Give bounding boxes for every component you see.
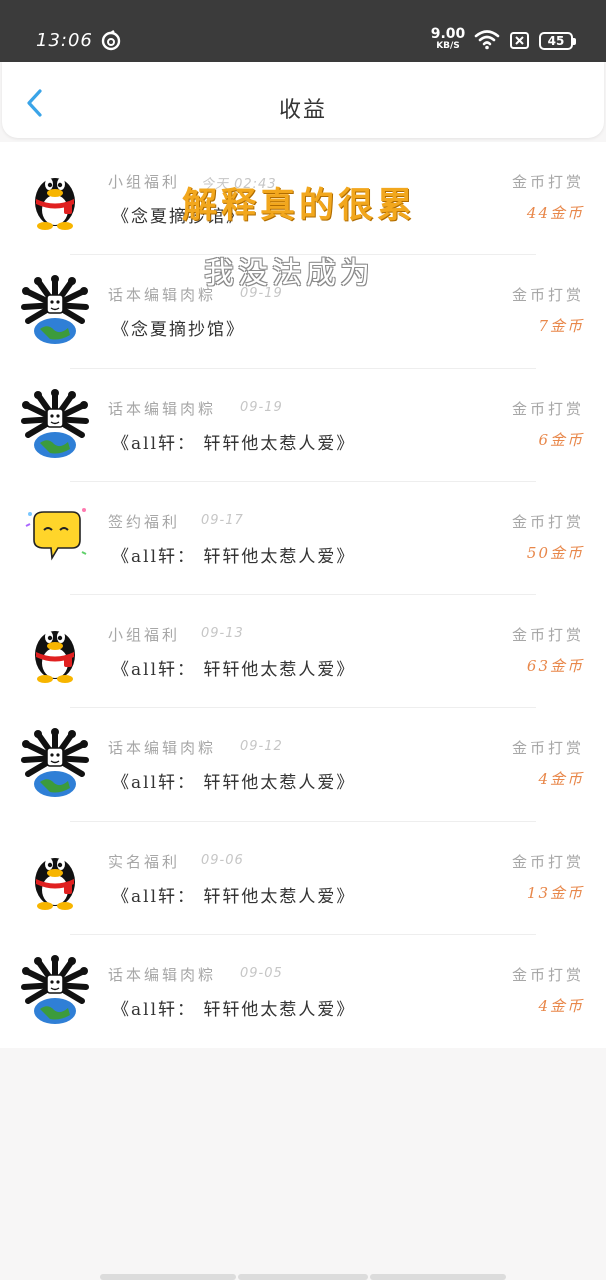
home-indicator-left: [100, 1274, 236, 1280]
avatar: [20, 954, 90, 1025]
overlay-text-line2: 我没法成为: [204, 256, 374, 291]
book-title: 《all轩： 轩轩他太惹人爱》: [112, 773, 356, 794]
avatar: [20, 502, 90, 572]
book-title: 《all轩： 轩轩他太惹人爱》: [112, 433, 356, 454]
reward-type: 金币打赏: [511, 173, 584, 191]
reward-type: 金币打赏: [511, 739, 584, 758]
reward-type: 金币打赏: [511, 965, 584, 984]
wifi-icon: [474, 30, 500, 50]
net-speed-unit: KB/S: [436, 41, 460, 51]
coin-amount: 50金币: [526, 543, 584, 562]
coin-amount: 7金币: [538, 317, 584, 336]
reward-type: 金币打赏: [511, 286, 584, 305]
earning-row[interactable]: 话本编辑肉粽 09-05 《all轩： 轩轩他太惹人爱》 金币打赏 4金币: [0, 935, 606, 1048]
reward-date: 09-06: [201, 852, 244, 868]
coin-amount: 4金币: [538, 996, 584, 1015]
header-bar: 收益: [2, 62, 604, 138]
earning-row[interactable]: 实名福利 09-06 《all轩： 轩轩他太惹人爱》 金币打赏 13金币: [0, 822, 606, 935]
page-title: 收益: [278, 98, 327, 123]
coin-amount: 4金币: [538, 770, 584, 789]
battery-icon: 45: [539, 32, 576, 50]
reward-type: 金币打赏: [511, 512, 584, 531]
book-title: 《念夏摘抄馆》: [112, 320, 245, 341]
book-title: 《all轩： 轩轩他太惹人爱》: [112, 660, 356, 680]
reward-source: 实名福利: [108, 852, 181, 871]
earning-row[interactable]: 签约福利 09-17 《all轩： 轩轩他太惹人爱》 金币打赏 50金币: [0, 482, 606, 595]
book-title: 《all轩： 轩轩他太惹人爱》: [112, 886, 356, 907]
reward-source: 小组福利: [108, 173, 181, 191]
reward-date: 09-13: [201, 626, 244, 641]
coin-amount: 44金币: [526, 204, 584, 222]
reward-source: 话本编辑肉粽: [108, 739, 217, 758]
home-indicator-center[interactable]: [238, 1274, 368, 1280]
home-indicator-right: [370, 1274, 506, 1280]
avatar: [20, 388, 90, 459]
net-speed: 9.00 KB/S: [430, 27, 466, 51]
reward-date: 09-05: [240, 965, 283, 981]
coin-amount: 63金币: [526, 657, 584, 675]
reward-date: 09-17: [201, 512, 244, 528]
earning-row[interactable]: 话本编辑肉粽 09-19 《all轩： 轩轩他太惹人爱》 金币打赏 6金币: [0, 369, 606, 482]
reward-source: 话本编辑肉粽: [108, 399, 217, 418]
reward-type: 金币打赏: [511, 399, 584, 418]
reward-source: 话本编辑肉粽: [108, 286, 217, 305]
net-speed-value: 9.00: [430, 26, 466, 42]
avatar: [20, 842, 90, 912]
reward-source: 签约福利: [108, 512, 181, 531]
reward-date: 09-19: [240, 399, 283, 415]
sim-icon: [510, 32, 529, 49]
status-time: 13:06: [36, 30, 93, 51]
reward-type: 金币打赏: [511, 626, 584, 644]
coin-amount: 6金币: [538, 430, 584, 449]
overlay-text-line1: 解释真的很累: [182, 185, 417, 226]
earning-row[interactable]: 话本编辑肉粽 09-12 《all轩： 轩轩他太惹人爱》 金币打赏 4金币: [0, 708, 606, 822]
reward-source: 话本编辑肉粽: [108, 965, 217, 984]
reward-type: 金币打赏: [511, 852, 584, 871]
coin-amount: 13金币: [526, 883, 584, 902]
reward-source: 小组福利: [108, 626, 181, 644]
avatar: [20, 615, 90, 685]
reward-date: 09-12: [240, 739, 283, 755]
netease-music-icon: [101, 30, 121, 51]
avatar: [20, 728, 90, 798]
book-title: 《all轩： 轩轩他太惹人爱》: [112, 546, 356, 567]
avatar: [20, 162, 90, 232]
book-title: 《all轩： 轩轩他太惹人爱》: [112, 999, 356, 1020]
avatar: [20, 275, 90, 345]
earning-row[interactable]: 小组福利 09-13 《all轩： 轩轩他太惹人爱》 金币打赏 63金币: [0, 595, 606, 709]
status-bar: 13:06 9.00 KB/S 45: [0, 0, 606, 62]
